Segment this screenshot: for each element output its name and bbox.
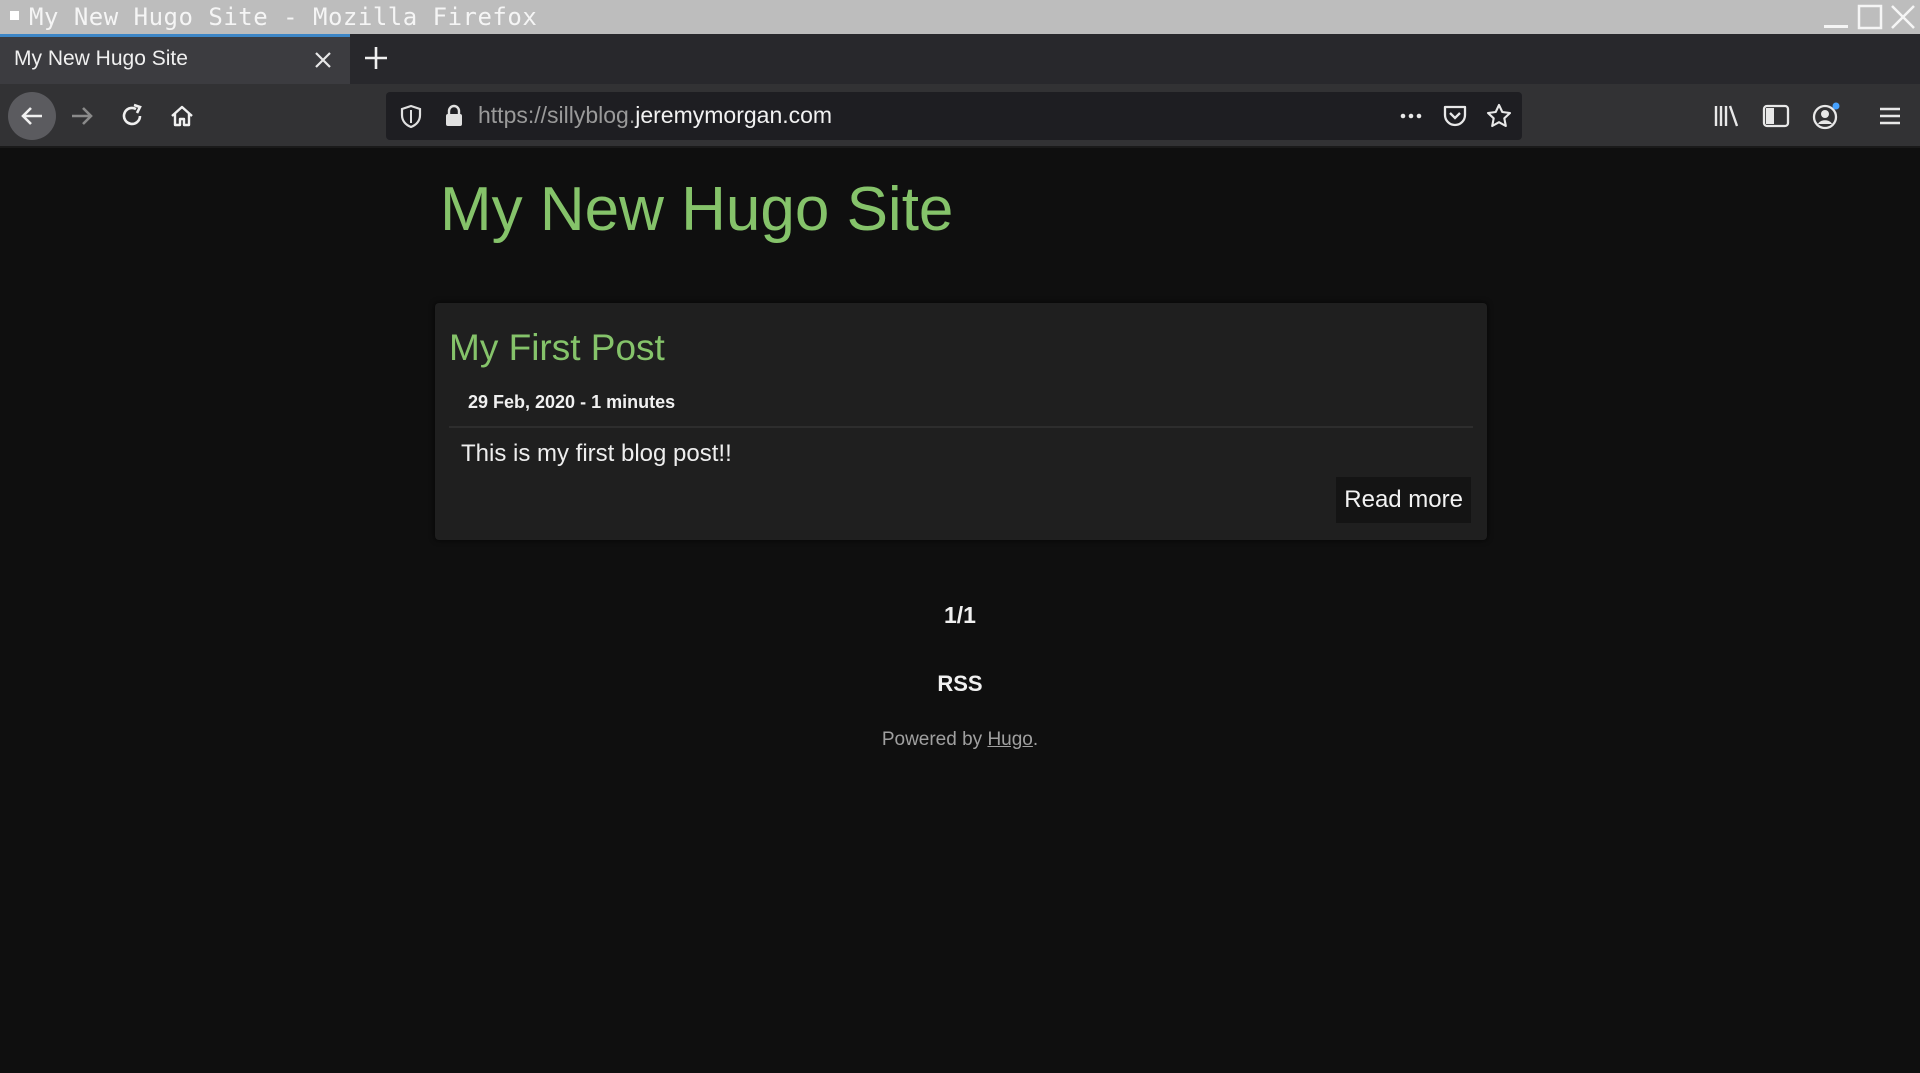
footer-powered-by: Powered by Hugo. [0, 729, 1920, 751]
page-actions-button[interactable] [1396, 102, 1426, 130]
minimize-icon[interactable] [1822, 3, 1852, 31]
reload-icon [122, 103, 142, 126]
post-summary: This is my first blog post!! [461, 440, 732, 467]
page-viewport: My New Hugo Site My First Post 29 Feb, 2… [0, 150, 1920, 1073]
footer-prefix: Powered by [881, 729, 988, 750]
post-meta: 29 Feb, 2020 - 1 minutes [468, 392, 676, 412]
main-menu-button[interactable] [1874, 100, 1906, 132]
home-button[interactable] [160, 94, 204, 138]
read-more-button[interactable]: Read more [1336, 477, 1471, 523]
url-domain: jeremymorgan.com [635, 102, 833, 128]
sidebar-icon [1762, 104, 1790, 128]
window-menu-icon[interactable] [10, 10, 19, 20]
post-title[interactable]: My First Post [449, 327, 665, 369]
navigation-toolbar: https://sillyblog.jeremymorgan.com [0, 84, 1920, 148]
post-card: My First Post 29 Feb, 2020 - 1 minutes T… [435, 303, 1487, 540]
sidebar-button[interactable] [1760, 100, 1792, 132]
pagination: 1/1 [944, 602, 976, 628]
back-arrow-icon [21, 107, 42, 125]
site-title[interactable]: My New Hugo Site [440, 174, 953, 245]
url-prefix: https://sillyblog. [478, 102, 636, 128]
pocket-button[interactable] [1440, 102, 1470, 130]
forward-button[interactable] [60, 94, 104, 138]
tab-strip: My New Hugo Site [0, 34, 1920, 84]
window-title-bar: My New Hugo Site - Mozilla Firefox [0, 0, 1920, 34]
window-title-text: My New Hugo Site - Mozilla Firefox [29, 3, 538, 31]
tab-label: My New Hugo Site [14, 47, 188, 70]
bookmark-star-button[interactable] [1484, 102, 1514, 130]
post-divider [449, 426, 1473, 428]
url-text[interactable]: https://sillyblog.jeremymorgan.com [478, 102, 832, 129]
maximize-icon[interactable] [1856, 3, 1886, 31]
home-icon [171, 105, 193, 127]
pocket-icon [1443, 105, 1467, 127]
new-tab-plus-icon[interactable] [360, 42, 392, 74]
hugo-link[interactable]: Hugo [987, 729, 1032, 750]
reload-button[interactable] [110, 94, 154, 138]
tab-close-icon[interactable] [312, 49, 334, 71]
star-icon [1486, 103, 1512, 128]
footer-suffix: . [1032, 729, 1039, 750]
library-button[interactable] [1710, 100, 1742, 132]
back-button[interactable] [8, 92, 56, 140]
lock-icon[interactable] [442, 103, 466, 129]
tab-my-new-hugo-site[interactable]: My New Hugo Site [0, 34, 350, 84]
window-title: My New Hugo Site - Mozilla Firefox [10, 3, 537, 31]
hamburger-menu-icon [1880, 107, 1900, 125]
close-icon[interactable] [1888, 3, 1918, 31]
rss-link[interactable]: RSS [0, 671, 1920, 697]
library-icon [1714, 105, 1739, 127]
more-dots-icon [1400, 113, 1422, 119]
forward-arrow-icon [72, 107, 93, 125]
account-button[interactable] [1810, 100, 1842, 132]
url-bar[interactable]: https://sillyblog.jeremymorgan.com [386, 92, 1522, 140]
shield-icon[interactable] [398, 103, 424, 129]
account-icon [1812, 102, 1840, 130]
